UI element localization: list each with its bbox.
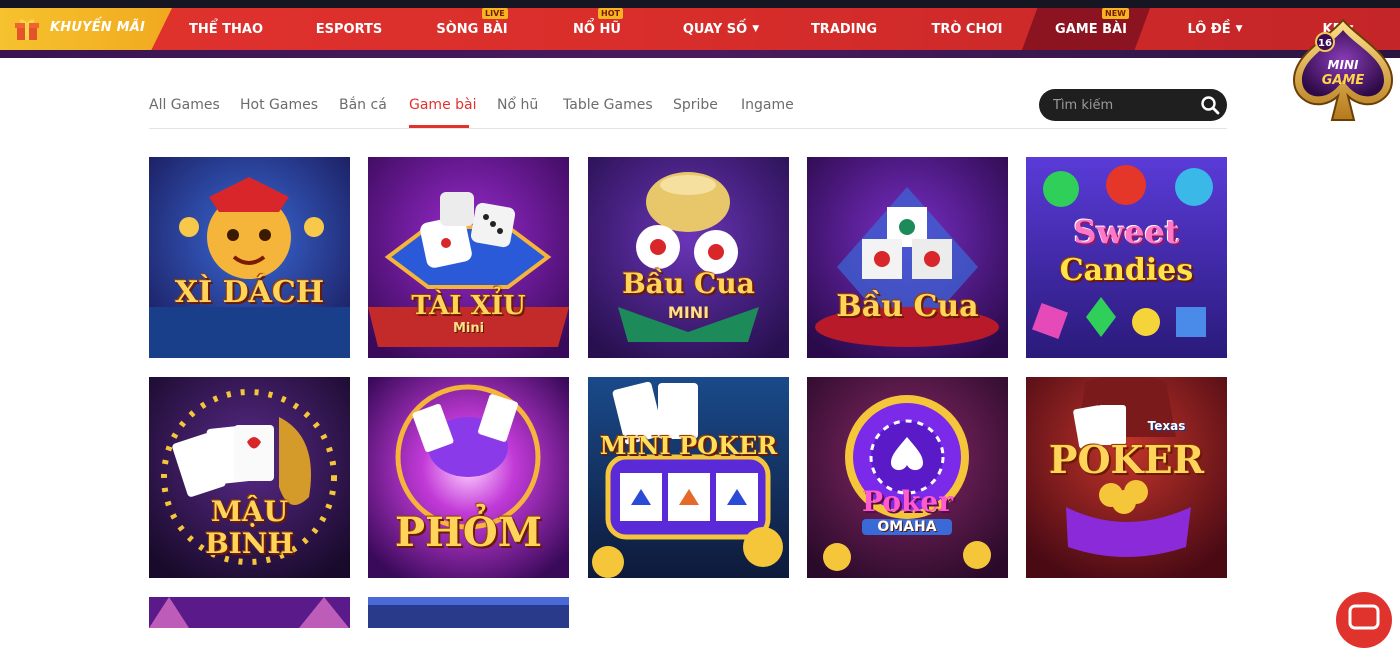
game-title: Bầu Cua xyxy=(622,267,755,300)
game-card-row3-2[interactable] xyxy=(368,597,569,628)
nav-item-label: LÔ ĐỀ xyxy=(1187,21,1231,37)
tab-ban-ca[interactable]: Bắn cá xyxy=(339,97,387,113)
game-card-xi-dach[interactable]: XÌ DÁCH xyxy=(149,157,350,358)
promo-label: KHUYẾN MÃI xyxy=(50,20,146,35)
live-badge: LIVE xyxy=(482,8,508,19)
nav-item-label: SÒNG BÀI xyxy=(436,21,508,37)
mini-game-line1: MINI xyxy=(1328,58,1359,72)
game-title: XÌ DÁCH xyxy=(174,275,325,310)
search-box[interactable] xyxy=(1039,89,1227,121)
game-artwork xyxy=(149,597,350,628)
game-artwork xyxy=(368,597,569,628)
chat-button[interactable] xyxy=(1336,592,1392,648)
tab-ingame[interactable]: Ingame xyxy=(741,97,794,113)
game-subtitle: Mini xyxy=(452,321,485,336)
nav-item-tro-choi[interactable]: TRÒ CHƠI xyxy=(928,8,1006,50)
poker-omaha-artwork xyxy=(807,377,1008,578)
xi-dach-artwork xyxy=(149,157,350,358)
nav-item-label: TRÒ CHƠI xyxy=(931,21,1003,37)
nav-item-the-thao[interactable]: THỂ THAO xyxy=(184,8,268,50)
nav-item-esports[interactable]: ESPORTS xyxy=(310,8,388,50)
game-title: TÀI XỈU xyxy=(411,291,526,321)
game-title: Sweet xyxy=(1073,213,1180,251)
promo-button[interactable]: KHUYẾN MÃI xyxy=(0,8,172,50)
tab-game-bai[interactable]: Game bài xyxy=(409,97,476,113)
game-card-tai-xiu[interactable]: TÀI XỈU Mini xyxy=(368,157,569,358)
game-card-row3-1[interactable] xyxy=(149,597,350,628)
game-title: POKER xyxy=(1048,437,1205,482)
game-card-bau-cua[interactable]: Bầu Cua xyxy=(807,157,1008,358)
game-card-texas-poker[interactable]: Texas POKER xyxy=(1026,377,1227,578)
nav-item-label: QUAY SỐ xyxy=(682,21,748,37)
game-card-phom[interactable]: PHỎM xyxy=(368,377,569,578)
search-icon[interactable] xyxy=(1200,95,1220,115)
nav-item-no-hu[interactable]: NỔ HŨ HOT xyxy=(566,8,628,50)
game-card-poker-omaha[interactable]: Poker OMAHA xyxy=(807,377,1008,578)
new-badge: NEW xyxy=(1102,8,1129,19)
mini-game-count: 16 xyxy=(1318,38,1332,49)
chat-icon xyxy=(1348,604,1380,630)
game-title: Bầu Cua xyxy=(836,289,979,324)
game-subtitle: OMAHA xyxy=(862,519,952,535)
game-title: MINI POKER xyxy=(599,431,778,460)
bau-cua-mini-artwork xyxy=(588,157,789,358)
game-title: PHỎM xyxy=(395,509,542,556)
spade-badge-icon: 16 MINI GAME xyxy=(1292,18,1394,121)
nav-item-trading[interactable]: TRADING xyxy=(808,8,880,50)
nav-bottom-band xyxy=(0,50,1400,58)
nav-item-label: TRADING xyxy=(810,21,878,37)
game-card-mini-poker[interactable]: MINI POKER xyxy=(588,377,789,578)
game-card-sweet-candies[interactable]: Sweet Candies xyxy=(1026,157,1227,358)
nav-item-lo-de[interactable]: LÔ ĐỀ ▼ xyxy=(1180,8,1250,50)
nav-item-quay-so[interactable]: QUAY SỐ ▼ xyxy=(676,8,766,50)
nav-item-label: THỂ THAO xyxy=(188,21,263,37)
chevron-down-icon: ▼ xyxy=(752,24,760,34)
game-card-bau-cua-mini[interactable]: Bầu Cua MINI xyxy=(588,157,789,358)
tabs-divider xyxy=(149,128,1227,129)
nav-item-label: NỔ HŨ xyxy=(573,21,621,37)
mini-game-launcher[interactable]: 16 MINI GAME xyxy=(1288,16,1398,131)
hot-badge: HOT xyxy=(598,8,623,19)
top-navigation: KHUYẾN MÃI THỂ THAO ESPORTS SÒNG BÀI LIV… xyxy=(0,0,1400,58)
chevron-down-icon: ▼ xyxy=(1235,24,1243,34)
mini-poker-artwork xyxy=(588,377,789,578)
game-subtitle: Texas xyxy=(1147,419,1186,433)
nav-item-label: ESPORTS xyxy=(315,21,383,37)
tab-spribe[interactable]: Spribe xyxy=(673,97,718,113)
game-card-mau-binh[interactable]: MẬU BINH xyxy=(149,377,350,578)
nav-item-game-bai[interactable]: GAME BÀI NEW xyxy=(1050,8,1132,50)
game-subtitle: Candies xyxy=(1059,253,1194,288)
mini-game-line2: GAME xyxy=(1322,73,1365,88)
gift-icon xyxy=(15,19,39,40)
game-subtitle: MINI xyxy=(667,303,710,322)
tab-hot-games[interactable]: Hot Games xyxy=(240,97,318,113)
search-input[interactable] xyxy=(1053,95,1193,115)
nav-item-label: GAME BÀI xyxy=(1055,21,1127,37)
tab-no-hu[interactable]: Nổ hũ xyxy=(497,97,538,113)
game-title: Poker xyxy=(862,485,953,518)
top-strip xyxy=(0,0,1400,8)
tab-table-games[interactable]: Table Games xyxy=(563,97,653,113)
game-title: MẬU xyxy=(210,495,289,528)
tab-all-games[interactable]: All Games xyxy=(149,97,220,113)
bau-cua-artwork xyxy=(807,157,1008,358)
game-subtitle: BINH xyxy=(205,527,294,560)
nav-item-song-bai[interactable]: SÒNG BÀI LIVE xyxy=(430,8,514,50)
